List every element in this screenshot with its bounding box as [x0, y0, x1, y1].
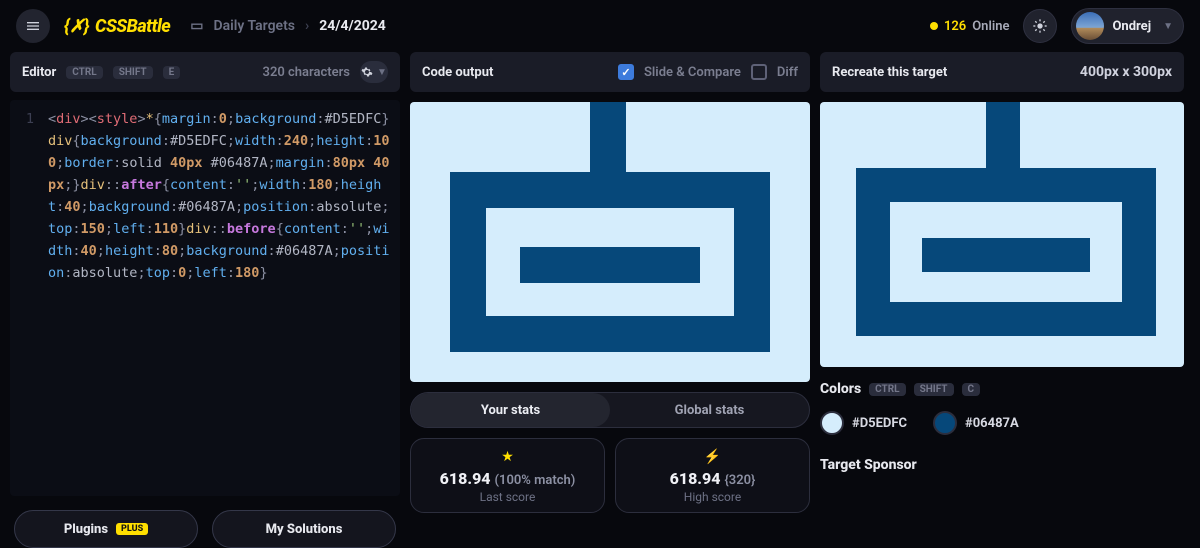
- target-title: Recreate this target: [832, 65, 947, 80]
- avatar: [1076, 12, 1104, 40]
- logo-mark: {✗}: [64, 16, 89, 37]
- swatch-color-icon: [820, 411, 844, 435]
- kbd-shift: SHIFT: [914, 383, 954, 396]
- star-icon: ★: [419, 449, 596, 465]
- last-score-card: ★ 618.94 (100% match) Last score: [410, 438, 605, 513]
- menu-button[interactable]: [16, 9, 50, 43]
- slide-compare-checkbox[interactable]: [618, 64, 634, 80]
- target-header: Recreate this target 400px x 300px: [820, 52, 1184, 92]
- stats-tabs: Your stats Global stats: [410, 392, 810, 428]
- username: Ondrej: [1112, 19, 1151, 34]
- last-score-value: 618.94: [440, 469, 491, 488]
- kbd-e: E: [163, 66, 181, 79]
- color-swatches: #D5EDFC #06487A: [820, 407, 1184, 443]
- diff-label: Diff: [777, 65, 798, 80]
- online-label: Online: [972, 19, 1009, 34]
- last-score-sub: (100% match): [495, 473, 576, 488]
- tab-global-stats[interactable]: Global stats: [610, 393, 809, 427]
- top-bar: {✗} CSSBattle ▭ Daily Targets › 24/4/202…: [0, 0, 1200, 52]
- kbd-shift: SHIFT: [113, 66, 153, 79]
- output-panel: Code output Slide & Compare Diff Your st…: [410, 52, 810, 548]
- target-panel: Recreate this target 400px x 300px Color…: [820, 52, 1190, 548]
- bolt-icon: ⚡: [624, 449, 801, 465]
- high-score-card: ⚡ 618.94 {320} High score: [615, 438, 810, 513]
- diff-checkbox[interactable]: [751, 64, 767, 80]
- target-dimensions: 400px x 300px: [1080, 64, 1172, 80]
- chevron-right-icon: ›: [305, 18, 309, 34]
- plus-badge: PLUS: [116, 523, 148, 535]
- slide-compare-label: Slide & Compare: [644, 65, 741, 80]
- hamburger-icon: [25, 18, 41, 34]
- high-score-sub: {320}: [724, 473, 755, 488]
- output-preview[interactable]: [410, 102, 810, 382]
- logo-text: CSSBattle: [95, 16, 170, 37]
- high-score-label: High score: [624, 490, 801, 504]
- sponsor-title: Target Sponsor: [820, 457, 917, 473]
- calendar-icon: ▭: [190, 18, 203, 34]
- user-menu[interactable]: Ondrej ▼: [1071, 8, 1184, 44]
- swatch-1[interactable]: #D5EDFC: [820, 411, 907, 435]
- online-count: 126: [944, 19, 966, 34]
- logo[interactable]: {✗} CSSBattle: [64, 16, 170, 37]
- editor-panel: Editor CTRL SHIFT E 320 characters ▼ 1 <…: [10, 52, 400, 548]
- last-score-label: Last score: [419, 490, 596, 504]
- target-preview[interactable]: [820, 102, 1184, 367]
- kbd-c: C: [962, 383, 981, 396]
- status-dot-icon: [930, 22, 938, 30]
- theme-toggle[interactable]: [1023, 9, 1057, 43]
- output-header: Code output Slide & Compare Diff: [410, 52, 810, 92]
- editor-settings-button[interactable]: ▼: [360, 61, 388, 83]
- solutions-label: My Solutions: [266, 522, 343, 537]
- kbd-ctrl: CTRL: [869, 383, 905, 396]
- code-editor[interactable]: 1 <div><style>*{margin:0;background:#D5E…: [10, 100, 400, 496]
- my-solutions-button[interactable]: My Solutions: [212, 510, 396, 548]
- sun-icon: [1032, 18, 1048, 34]
- kbd-ctrl: CTRL: [66, 66, 102, 79]
- breadcrumb-current: 24/4/2024: [319, 18, 386, 34]
- colors-section: Colors CTRL SHIFT C: [820, 381, 1184, 397]
- chevron-down-icon: ▼: [1163, 21, 1173, 32]
- colors-title: Colors: [820, 381, 861, 397]
- gear-icon: [361, 66, 373, 78]
- high-score-value: 618.94: [670, 469, 721, 488]
- plugins-button[interactable]: Plugins PLUS: [14, 510, 198, 548]
- code-content[interactable]: <div><style>*{margin:0;background:#D5EDF…: [44, 108, 400, 284]
- editor-header: Editor CTRL SHIFT E 320 characters ▼: [10, 52, 400, 92]
- line-number: 1: [10, 108, 44, 284]
- online-indicator: 126 Online: [930, 19, 1010, 34]
- char-count: 320 characters: [263, 65, 350, 80]
- tab-your-stats[interactable]: Your stats: [411, 393, 610, 427]
- breadcrumb: ▭ Daily Targets › 24/4/2024: [190, 18, 386, 34]
- swatch-color-icon: [933, 411, 957, 435]
- swatch-label: #06487A: [965, 416, 1019, 431]
- plugins-label: Plugins: [64, 522, 108, 537]
- chevron-down-icon: ▼: [377, 67, 387, 78]
- sponsor-section: Target Sponsor: [820, 457, 1184, 473]
- editor-title: Editor: [22, 65, 56, 80]
- output-title: Code output: [422, 65, 493, 80]
- breadcrumb-root[interactable]: Daily Targets: [214, 18, 295, 34]
- swatch-2[interactable]: #06487A: [933, 411, 1019, 435]
- swatch-label: #D5EDFC: [852, 416, 907, 431]
